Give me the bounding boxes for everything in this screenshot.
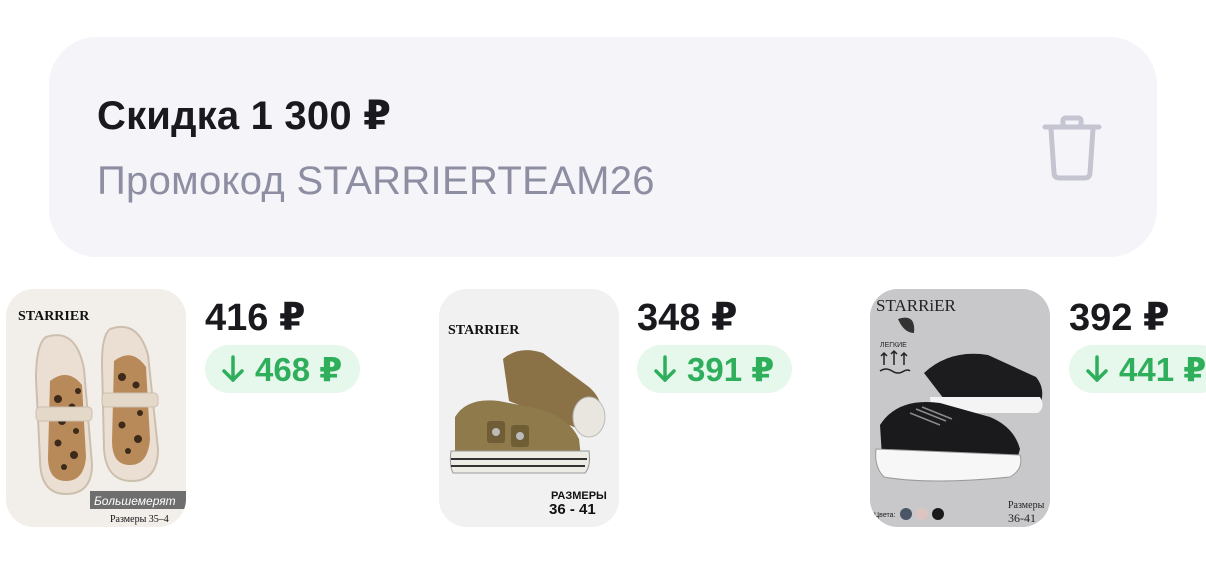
old-price: 468 ₽ [255, 350, 343, 388]
delete-promo-button[interactable] [1033, 109, 1111, 187]
image-brand-text: STARRIER [18, 309, 90, 324]
product-image[interactable]: STARRIER РАЗМЕРЫ 36 - 41 [439, 289, 619, 527]
image-tag-text: Большемерят [94, 494, 176, 508]
old-price: 441 ₽ [1119, 350, 1206, 388]
promo-code-label: Промокод STARRIERTEAM26 [97, 159, 655, 203]
image-sizes-text: Размеры 35–4 [110, 514, 169, 525]
price-drop-badge: 441 ₽ [1069, 345, 1206, 393]
price-drop-badge: 391 ₽ [637, 345, 793, 393]
image-brand-text: STARRIER [448, 323, 520, 338]
image-brand-text: STARRiER [876, 296, 957, 315]
image-colors-label: Цвета: [874, 512, 895, 519]
image-sizes-title: Размеры [1008, 500, 1045, 511]
product-price: 392 ₽ [1069, 297, 1170, 339]
arrow-down-icon [654, 355, 676, 382]
product-image[interactable]: STARRIER Большемерят Размеры 35–4 [6, 289, 186, 527]
image-sizes-range: 36-41 [1008, 511, 1036, 525]
arrow-down-icon [1086, 355, 1108, 382]
discount-title: Скидка 1 300 ₽ [97, 94, 392, 138]
trash-icon [1042, 115, 1102, 181]
arrow-down-icon [222, 355, 244, 382]
price-drop-badge: 468 ₽ [205, 345, 361, 393]
product-item[interactable]: STARRiER ЛЕГКИЕ Цвета: Размеры 36-41 392… [870, 289, 1206, 527]
product-item[interactable]: STARRIER Большемерят Размеры 35–4 416 ₽ … [6, 289, 376, 527]
promo-card: Скидка 1 300 ₽ Промокод STARRIERTEAM26 [49, 37, 1157, 257]
product-item[interactable]: STARRIER РАЗМЕРЫ 36 - 41 348 ₽ 391 ₽ [439, 289, 809, 527]
image-sizes-range: 36 - 41 [549, 501, 596, 518]
old-price: 391 ₽ [687, 350, 775, 388]
product-price: 348 ₽ [637, 297, 738, 339]
product-price: 416 ₽ [205, 297, 306, 339]
product-image[interactable]: STARRiER ЛЕГКИЕ Цвета: Размеры 36-41 [870, 289, 1050, 527]
image-feature-text: ЛЕГКИЕ [880, 342, 907, 349]
